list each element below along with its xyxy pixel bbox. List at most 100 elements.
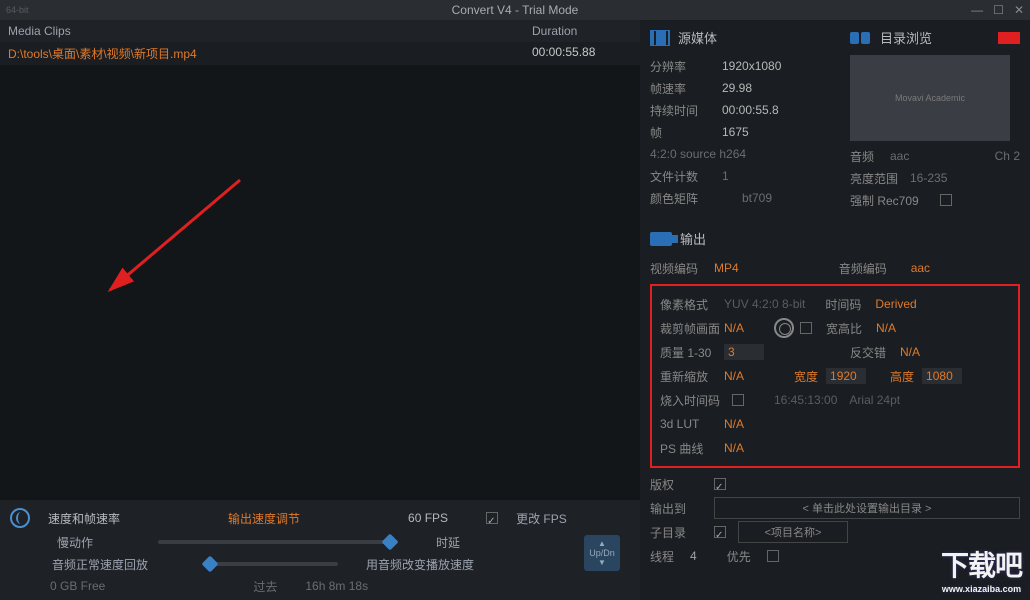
tc-label: 时间码: [825, 296, 875, 313]
source-title: 源媒体: [678, 28, 717, 47]
past-value: 16h 8m 18s: [305, 579, 368, 593]
clip-row[interactable]: D:\tools\桌面\素材\视频\新项目.mp4 00:00:55.88: [0, 42, 640, 65]
w-input[interactable]: 1920: [826, 368, 866, 384]
delay-label: 时延: [436, 534, 460, 551]
output-speed-label: 输出速度调节: [228, 510, 300, 527]
clip-list-header: Media Clips Duration: [0, 20, 640, 42]
ps-value[interactable]: N/A: [724, 441, 744, 455]
burn-font[interactable]: Arial 24pt: [849, 393, 900, 407]
clip-path: D:\tools\桌面\素材\视频\新项目.mp4: [8, 45, 532, 62]
res-value: 1920x1080: [722, 59, 781, 73]
browse-title: 目录浏览: [880, 28, 932, 47]
audio-ch: Ch 2: [995, 149, 1020, 163]
dur-value: 00:00:55.8: [722, 103, 779, 117]
window-title: Convert V4 - Trial Mode: [452, 3, 579, 17]
maximize-icon[interactable]: ☐: [993, 3, 1004, 17]
rescale-label: 重新缩放: [660, 368, 724, 385]
fps-value: 60 FPS: [408, 511, 448, 525]
tc-value[interactable]: Derived: [875, 297, 916, 311]
deint-label: 反交错: [850, 344, 900, 361]
free-space: 0 GB Free: [50, 579, 105, 593]
h-input[interactable]: 1080: [922, 368, 962, 384]
audio-value: aac: [890, 149, 909, 163]
qual-label: 质量 1-30: [660, 344, 724, 361]
updn-button[interactable]: Up/Dn: [584, 535, 620, 571]
past-label: 过去: [253, 578, 277, 595]
output-title: 输出: [680, 229, 706, 248]
crop-label: 裁剪帧画面: [660, 320, 724, 337]
files-label: 文件计数: [650, 168, 722, 185]
subdir-button[interactable]: <项目名称>: [738, 521, 848, 543]
threads-label: 线程: [650, 548, 690, 565]
header-duration: Duration: [532, 24, 632, 38]
burn-tc[interactable]: 16:45:13:00: [774, 393, 837, 407]
subdir-checkbox[interactable]: [714, 526, 726, 538]
outto-label: 输出到: [650, 500, 714, 517]
pix-value[interactable]: YUV 4:2:0 8-bit: [724, 297, 805, 311]
crop-value[interactable]: N/A: [724, 321, 744, 335]
ar-value[interactable]: N/A: [876, 321, 896, 335]
force-label: 强制 Rec709: [850, 192, 940, 209]
deint-value[interactable]: N/A: [900, 345, 920, 359]
thumbnail[interactable]: Movavi Academic: [850, 55, 1010, 141]
ar-label: 宽高比: [826, 320, 876, 337]
rescale-value[interactable]: N/A: [724, 369, 744, 383]
change-speed-label: 用音频改变播放速度: [366, 556, 474, 573]
speed-title: 速度和帧速率: [48, 510, 120, 527]
venc-label: 视频编码: [650, 260, 714, 277]
audio-speed-slider[interactable]: [208, 562, 338, 566]
aenc-value[interactable]: aac: [911, 261, 930, 275]
prio-label: 优先: [727, 548, 767, 565]
force-rec709-checkbox[interactable]: [940, 194, 952, 206]
fps-label: 帧速率: [650, 80, 722, 97]
pix-label: 像素格式: [660, 296, 724, 313]
frames-value: 1675: [722, 125, 749, 139]
burn-checkbox[interactable]: [732, 394, 744, 406]
change-fps-label: 更改 FPS: [516, 510, 567, 527]
venc-value[interactable]: MP4: [714, 261, 739, 275]
range-value: 16-235: [910, 171, 947, 185]
close-icon[interactable]: ✕: [1014, 3, 1024, 17]
threads-value[interactable]: 4: [690, 549, 697, 563]
burn-label: 烧入时间码: [660, 392, 732, 409]
film-icon: [650, 30, 670, 46]
files-value: 1: [722, 169, 729, 183]
red-indicator: [998, 32, 1020, 44]
copyright-label: 版权: [650, 476, 714, 493]
bit-badge: 64-bit: [6, 5, 29, 15]
h-label: 高度: [890, 368, 914, 385]
outto-button[interactable]: < 单击此处设置输出目录 >: [714, 497, 1020, 519]
clip-duration: 00:00:55.88: [532, 45, 632, 62]
fps-src-value: 29.98: [722, 81, 752, 95]
crop-checkbox[interactable]: [800, 322, 812, 334]
preview-area: [0, 65, 640, 500]
range-label: 亮度范围: [850, 170, 910, 187]
truck-icon: [650, 232, 672, 246]
subdir-label: 子目录: [650, 524, 714, 541]
qual-input[interactable]: 3: [724, 344, 764, 360]
matrix-label: 颜色矩阵: [650, 190, 722, 207]
header-media-clips: Media Clips: [8, 24, 532, 38]
watermark: 下载吧 www.xiazaiba.com: [941, 544, 1022, 594]
minimize-icon[interactable]: —: [971, 3, 983, 17]
output-settings-box: 像素格式 YUV 4:2:0 8-bit 时间码 Derived 裁剪帧画面 N…: [650, 284, 1020, 468]
audio-label: 音频: [850, 148, 890, 165]
slomo-label: 慢动作: [10, 534, 140, 551]
matrix-value: bt709: [742, 191, 772, 205]
speed-panel: 速度和帧速率 输出速度调节 60 FPS 更改 FPS 慢动作 时延 音频正常速…: [0, 500, 640, 600]
frames-label: 帧: [650, 124, 722, 141]
binoculars-icon: [850, 31, 872, 45]
w-label: 宽度: [794, 368, 818, 385]
res-label: 分辨率: [650, 58, 722, 75]
dur-label: 持续时间: [650, 102, 722, 119]
prio-checkbox[interactable]: [767, 550, 779, 562]
copyright-checkbox[interactable]: [714, 478, 726, 490]
slomo-slider[interactable]: [158, 540, 398, 544]
lut-label: 3d LUT: [660, 417, 724, 431]
change-fps-checkbox[interactable]: [486, 512, 498, 524]
normal-playback-label: 音频正常速度回放: [10, 556, 190, 573]
src-format: 4:2:0 source h264: [650, 147, 746, 161]
ps-label: PS 曲线: [660, 440, 724, 457]
crop-button[interactable]: [774, 318, 794, 338]
lut-value[interactable]: N/A: [724, 417, 744, 431]
